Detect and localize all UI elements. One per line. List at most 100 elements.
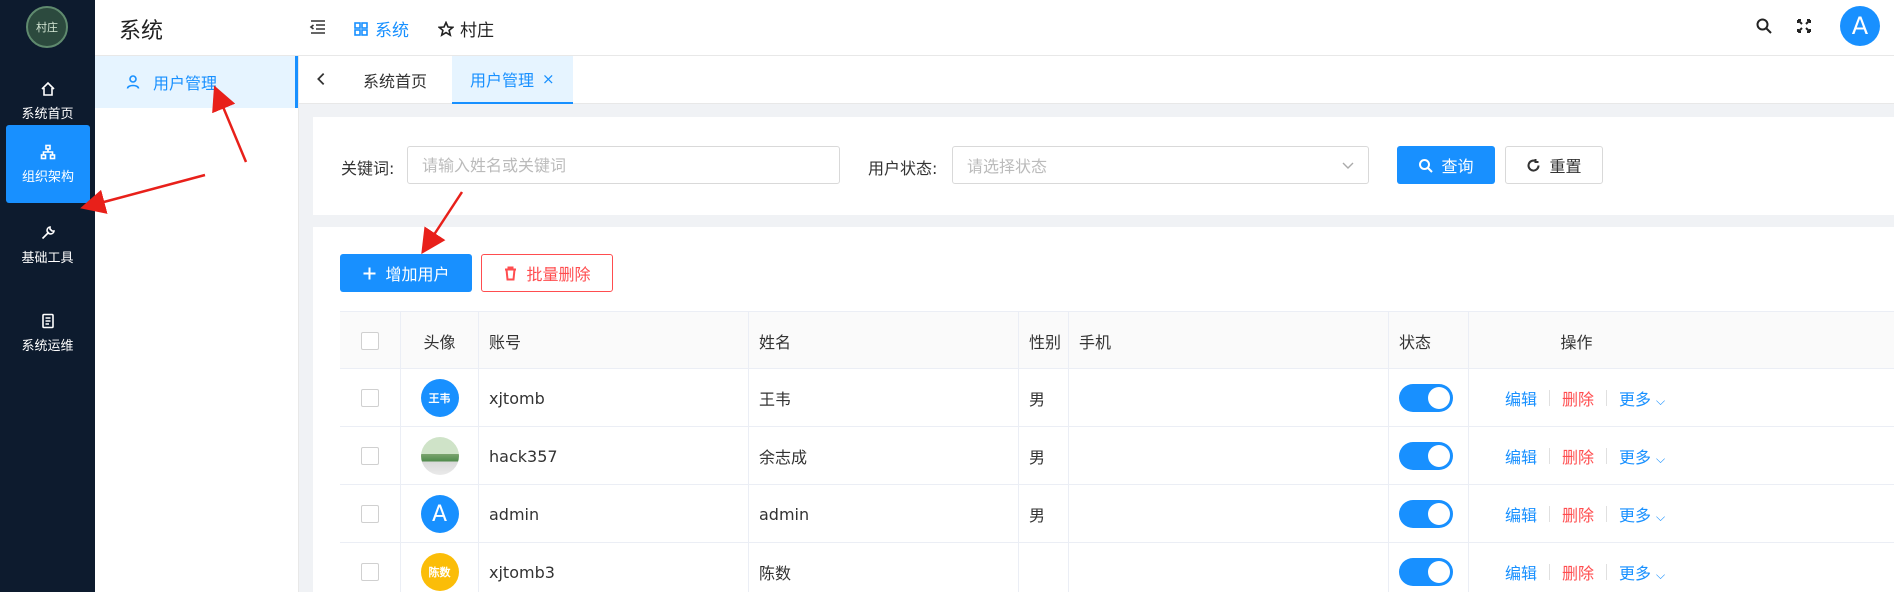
- top-nav-system[interactable]: 系统: [353, 16, 409, 41]
- table-panel: 增加用户 批量删除 头像 账号 姓名 性别 手机 状态 操作 王韦 xjtomb…: [313, 227, 1894, 592]
- user-avatar[interactable]: A: [1840, 6, 1880, 46]
- column-header-account: 账号: [479, 312, 749, 370]
- status-cell: [1389, 427, 1469, 485]
- batch-delete-button[interactable]: 批量删除: [481, 254, 613, 292]
- top-nav-label: 系统: [375, 21, 409, 41]
- chevron-down-icon: ⌵: [1656, 452, 1666, 466]
- avatar-cell: A: [401, 485, 479, 543]
- row-checkbox[interactable]: [361, 505, 379, 523]
- close-icon[interactable]: ×: [542, 70, 555, 88]
- chevron-down-icon: ⌵: [1656, 510, 1666, 524]
- table-row: 王韦 xjtomb 王韦 男 编辑 删除 更多 ⌵: [340, 369, 1894, 427]
- top-nav-village[interactable]: 村庄: [438, 16, 494, 41]
- actions-cell: 编辑 删除 更多 ⌵: [1469, 369, 1894, 427]
- more-label: 更多: [1619, 448, 1652, 467]
- edit-link[interactable]: 编辑: [1505, 386, 1537, 410]
- table-row: 陈数 xjtomb3 陈数 编辑 删除 更多 ⌵: [340, 543, 1894, 592]
- account-cell: xjtomb3: [479, 543, 749, 592]
- query-button[interactable]: 查询: [1397, 146, 1495, 184]
- status-toggle[interactable]: [1399, 384, 1453, 412]
- query-button-label: 查询: [1441, 157, 1474, 176]
- reset-button[interactable]: 重置: [1505, 146, 1603, 184]
- account-cell: admin: [479, 485, 749, 543]
- tab-user-management[interactable]: 用户管理 ×: [452, 56, 573, 104]
- status-toggle[interactable]: [1399, 442, 1453, 470]
- trash-icon: [505, 266, 517, 280]
- more-dropdown[interactable]: 更多 ⌵: [1619, 560, 1665, 584]
- action-divider: [1549, 448, 1551, 464]
- status-cell: [1389, 543, 1469, 592]
- action-divider: [1606, 390, 1608, 406]
- avatar: 王韦: [420, 379, 459, 417]
- left-rail: 村庄 系统首页 组织架构 基础工具 系统运维: [0, 0, 95, 592]
- chevron-down-icon: ⌵: [1656, 394, 1666, 408]
- row-checkbox[interactable]: [361, 447, 379, 465]
- more-dropdown[interactable]: 更多 ⌵: [1619, 444, 1665, 468]
- wrench-icon: [41, 225, 55, 239]
- avatar-cell: 王韦: [401, 369, 479, 427]
- table-row: hack357 余志成 男 编辑 删除 更多 ⌵: [340, 427, 1894, 485]
- row-checkbox[interactable]: [361, 563, 379, 581]
- delete-link[interactable]: 删除: [1562, 386, 1594, 410]
- row-checkbox[interactable]: [361, 389, 379, 407]
- keyword-label: 关键词:: [341, 159, 395, 178]
- add-user-button-label: 增加用户: [385, 265, 450, 284]
- edit-link[interactable]: 编辑: [1505, 560, 1537, 584]
- more-label: 更多: [1619, 390, 1652, 409]
- rail-item-label: 组织架构: [21, 169, 74, 185]
- edit-link[interactable]: 编辑: [1505, 444, 1537, 468]
- more-label: 更多: [1619, 506, 1652, 525]
- status-toggle[interactable]: [1399, 558, 1453, 586]
- search-icon: [1419, 158, 1434, 173]
- status-toggle[interactable]: [1399, 500, 1453, 528]
- column-header-status: 状态: [1389, 312, 1469, 370]
- account-cell: xjtomb: [479, 369, 749, 427]
- edit-link[interactable]: 编辑: [1505, 502, 1537, 526]
- submenu-item-user-management[interactable]: 用户管理: [95, 56, 298, 108]
- status-select[interactable]: 请选择状态: [952, 146, 1369, 184]
- delete-link[interactable]: 删除: [1562, 444, 1594, 468]
- row-checkbox-cell: [340, 543, 401, 592]
- rail-item-label: 系统运维: [21, 338, 74, 354]
- table-header-row: 头像 账号 姓名 性别 手机 状态 操作: [340, 311, 1894, 370]
- status-select-placeholder: 请选择状态: [967, 157, 1048, 176]
- user-icon: [126, 75, 140, 89]
- app-logo[interactable]: 村庄: [26, 6, 68, 48]
- name-cell: 王韦: [749, 369, 1019, 427]
- rail-item-organization[interactable]: 组织架构: [6, 125, 90, 203]
- name-cell: 余志成: [749, 427, 1019, 485]
- search-icon[interactable]: [1755, 17, 1775, 37]
- actions-cell: 编辑 删除 更多 ⌵: [1469, 427, 1894, 485]
- batch-delete-button-label: 批量删除: [526, 265, 591, 284]
- delete-link[interactable]: 删除: [1562, 502, 1594, 526]
- phone-cell: [1069, 369, 1389, 427]
- column-header-name: 姓名: [749, 312, 1019, 370]
- actions-cell: 编辑 删除 更多 ⌵: [1469, 543, 1894, 592]
- gender-cell: 男: [1019, 369, 1069, 427]
- add-user-button[interactable]: 增加用户: [340, 254, 472, 292]
- more-dropdown[interactable]: 更多 ⌵: [1619, 502, 1665, 526]
- rail-item-ops[interactable]: 系统运维: [0, 294, 95, 372]
- gender-cell: 男: [1019, 485, 1069, 543]
- tabs-back-icon[interactable]: [313, 70, 331, 90]
- more-label: 更多: [1619, 564, 1652, 583]
- rail-item-tools[interactable]: 基础工具: [0, 206, 95, 284]
- app-title: 系统: [119, 19, 164, 44]
- select-all-checkbox[interactable]: [361, 332, 379, 350]
- menu-fold-icon[interactable]: [308, 17, 330, 39]
- column-header-actions: 操作: [1560, 333, 1593, 352]
- table-row: A admin admin 男 编辑 删除 更多 ⌵: [340, 485, 1894, 543]
- more-dropdown[interactable]: 更多 ⌵: [1619, 386, 1665, 410]
- fullscreen-icon[interactable]: [1795, 17, 1815, 37]
- tab-home[interactable]: 系统首页: [345, 56, 445, 104]
- avatar: [420, 437, 459, 475]
- secondary-menu: 用户管理: [95, 56, 299, 592]
- phone-cell: [1069, 543, 1389, 592]
- keyword-input[interactable]: [407, 146, 840, 184]
- star-icon: [438, 20, 454, 37]
- tab-label: 用户管理: [470, 71, 535, 90]
- top-nav-label: 村庄: [460, 21, 494, 41]
- delete-link[interactable]: 删除: [1562, 560, 1594, 584]
- chevron-down-icon: ⌵: [1656, 568, 1666, 582]
- header-checkbox-cell: [340, 312, 401, 370]
